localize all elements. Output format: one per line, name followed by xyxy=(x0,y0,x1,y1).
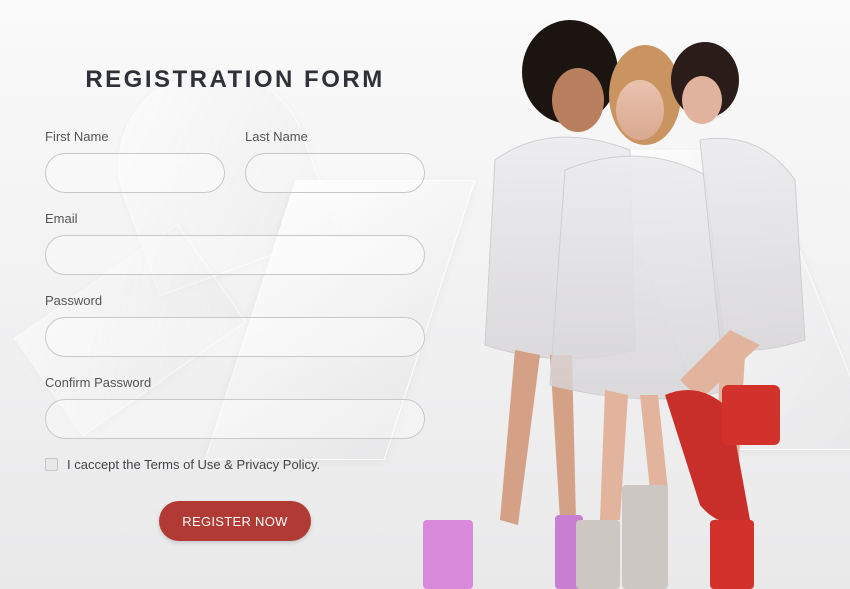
last-name-label: Last Name xyxy=(245,129,308,144)
password-field[interactable] xyxy=(45,317,425,357)
hero-photo xyxy=(423,20,806,589)
email-label: Email xyxy=(45,211,78,226)
register-button[interactable]: REGISTER NOW xyxy=(159,501,311,541)
page-title: REGISTRATION FORM xyxy=(85,66,385,93)
first-name-label: First Name xyxy=(45,129,109,144)
boot-pink xyxy=(423,520,473,589)
password-label: Password xyxy=(45,293,103,308)
confirm-password-field[interactable] xyxy=(45,399,425,439)
boot-red xyxy=(710,520,754,589)
email-field[interactable] xyxy=(45,235,425,275)
last-name-field[interactable] xyxy=(245,153,425,193)
terms-label: I caccept the Terms of Use & Privacy Pol… xyxy=(67,457,321,472)
confirm-password-label: Confirm Password xyxy=(45,375,152,390)
terms-checkbox[interactable] xyxy=(45,458,58,471)
first-name-field[interactable] xyxy=(45,153,225,193)
boot-grey xyxy=(576,520,620,589)
